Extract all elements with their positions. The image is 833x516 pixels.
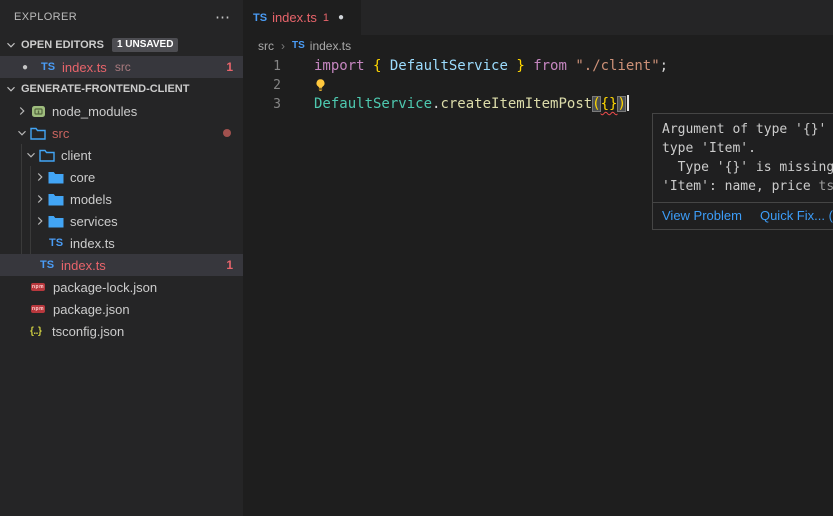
chevron-right-icon[interactable] [32,192,48,206]
hover-actions: View Problem Quick Fix... (Ctrl+.) [653,202,833,229]
file-tree: node_modules src client [0,100,243,342]
typescript-file-icon: TS [39,259,55,271]
error-underline: {} [601,96,618,112]
folder-icon [48,215,64,228]
tree-item-models[interactable]: models [0,188,243,210]
tree-item-services[interactable]: services [0,210,243,232]
error-count-badge: 1 [226,60,233,74]
open-editors-header[interactable]: OPEN EDITORS 1 UNSAVED [0,34,243,56]
error-message: Argument of type '{}' is not assignable … [653,114,833,202]
workspace-name-label: GENERATE-FRONTEND-CLIENT [21,83,189,95]
explorer-sidebar: EXPLORER ⋯ OPEN EDITORS 1 UNSAVED ● TS i… [0,0,243,516]
error-code: ts(2345) [819,179,833,194]
folder-icon [48,193,64,206]
typescript-file-icon: TS [292,40,305,51]
json-config-file-icon: {..} [30,326,48,337]
tree-item-index-ts-client[interactable]: TS index.ts [0,232,243,254]
breadcrumb-file[interactable]: index.ts [310,39,351,53]
tab-title: index.ts [272,10,317,25]
chevron-down-icon[interactable] [3,82,19,96]
breadcrumb-folder[interactable]: src [258,39,274,53]
line-number: 2 [243,76,281,95]
sidebar-pane-title: EXPLORER ⋯ [0,0,243,34]
chevron-down-icon[interactable] [3,38,19,52]
tree-item-core[interactable]: core [0,166,243,188]
tab-bar: TS index.ts 1 ● [243,0,833,35]
chevron-down-icon[interactable] [23,148,39,162]
typescript-file-icon: TS [253,12,267,24]
folder-open-icon [30,127,46,140]
line-number: 3 [243,95,281,114]
error-hover-tooltip: Argument of type '{}' is not assignable … [652,113,833,230]
folder-open-icon [39,149,55,162]
line-number: 1 [243,57,281,76]
tab-index-ts[interactable]: TS index.ts 1 ● [243,0,361,35]
chevron-right-icon[interactable] [14,104,30,118]
chevron-right-icon[interactable] [32,170,48,184]
modified-dot-icon[interactable]: ● [22,62,40,73]
folder-icon [48,171,64,184]
node-modules-folder-icon [30,105,46,118]
folder-error-dot-badge [223,129,231,137]
chevron-right-icon[interactable] [32,214,48,228]
open-editor-file-path: src [115,60,131,74]
tree-item-package-json[interactable]: npm package.json [0,298,243,320]
typescript-file-icon: TS [48,237,64,249]
workspace-section-header[interactable]: GENERATE-FRONTEND-CLIENT [0,78,243,100]
code-line-2[interactable]: 2 [243,76,833,95]
unsaved-badge: 1 UNSAVED [112,38,179,52]
chevron-down-icon[interactable] [14,126,30,140]
error-count-badge: 1 [226,258,233,272]
text-cursor [627,95,629,111]
tree-item-package-lock-json[interactable]: npm package-lock.json [0,276,243,298]
npm-file-icon: npm [31,305,45,313]
quick-fix-link[interactable]: Quick Fix... (Ctrl+.) [760,208,833,223]
view-problem-link[interactable]: View Problem [662,208,742,223]
tree-item-client[interactable]: client [0,144,243,166]
breadcrumb: src › TS index.ts [243,35,833,56]
tree-item-src[interactable]: src [0,122,243,144]
tree-item-index-ts-src[interactable]: TS index.ts 1 [0,254,243,276]
tab-error-count: 1 [323,12,329,24]
modified-dot-icon[interactable]: ● [338,12,344,23]
typescript-file-icon: TS [40,61,56,73]
editor-area: TS index.ts 1 ● src › TS index.ts 1 impo… [243,0,833,516]
code-line-3[interactable]: 3 DefaultService.createItemItemPost({}) [243,95,833,114]
open-editor-item-index-ts[interactable]: ● TS index.ts src 1 [0,56,243,78]
code-line-1[interactable]: 1 import { DefaultService } from "./clie… [243,57,833,76]
vscode-window: { "colors": { "error": "#e8646b", "error… [0,0,833,516]
more-actions-icon[interactable]: ⋯ [215,8,231,26]
breadcrumb-separator-icon: › [281,39,285,53]
explorer-title: EXPLORER [14,11,215,23]
open-editors-label: OPEN EDITORS [21,39,104,51]
npm-file-icon: npm [31,283,45,291]
tree-item-node-modules[interactable]: node_modules [0,100,243,122]
tree-item-tsconfig-json[interactable]: {..} tsconfig.json [0,320,243,342]
code-editor[interactable]: 1 import { DefaultService } from "./clie… [243,56,833,114]
open-editor-file-name: index.ts [62,60,107,75]
